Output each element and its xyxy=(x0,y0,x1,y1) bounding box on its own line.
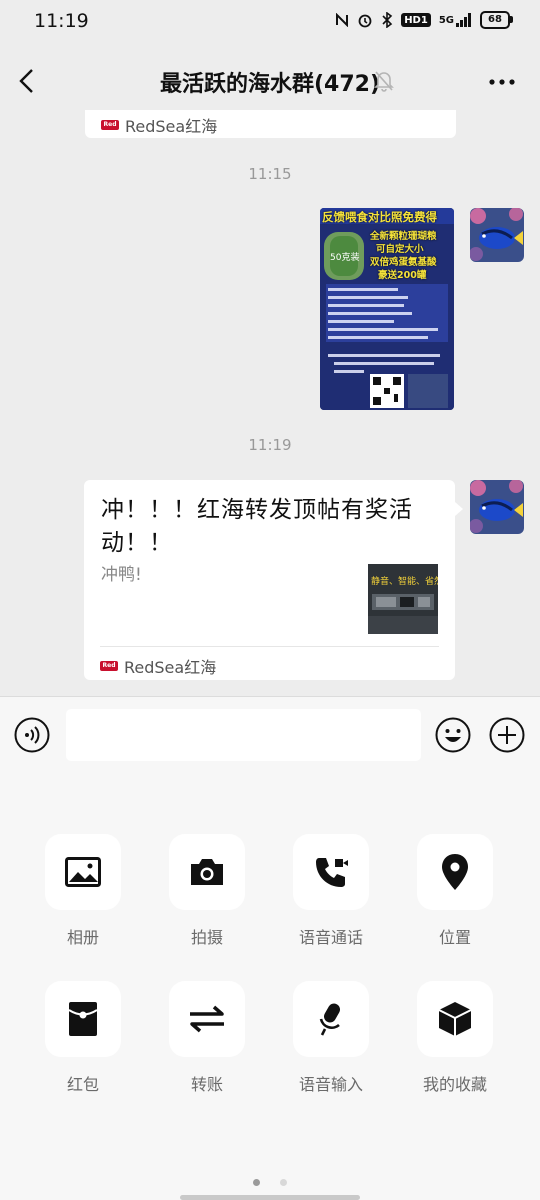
transfer-icon xyxy=(190,1005,224,1033)
status-icons: HD1 5G 68 xyxy=(335,11,513,29)
action-location[interactable]: 位置 xyxy=(405,834,505,948)
poster-line-4: 豪送200罐 xyxy=(378,270,427,281)
card-source: Red RedSea红海 xyxy=(101,113,217,137)
action-favorites[interactable]: 我的收藏 xyxy=(405,981,505,1095)
page-dot xyxy=(279,1179,287,1186)
page-indicator xyxy=(0,1171,540,1190)
nfc-icon xyxy=(335,13,349,27)
input-bar xyxy=(0,696,540,776)
action-tile xyxy=(293,834,369,910)
emoji-button[interactable] xyxy=(435,717,471,753)
action-label: 拍摄 xyxy=(190,928,223,947)
more-button[interactable] xyxy=(488,72,516,92)
chat-title: 最活跃的海水群(472) xyxy=(159,72,381,97)
plus-circle-icon xyxy=(489,717,525,753)
action-voice-input[interactable]: 语音输入 xyxy=(281,981,381,1095)
previous-link-card[interactable]: Red RedSea红海 xyxy=(85,110,456,138)
action-tile xyxy=(45,981,121,1057)
action-label: 转账 xyxy=(190,1075,223,1094)
card-source-label: RedSea红海 xyxy=(124,658,217,677)
poster-badge: 50克装 xyxy=(330,253,360,263)
action-tile xyxy=(169,981,245,1057)
more-actions-button[interactable] xyxy=(489,717,525,753)
action-label: 语音输入 xyxy=(298,1075,363,1094)
card-description: 冲鸭! xyxy=(101,565,142,585)
message-input[interactable] xyxy=(66,709,421,761)
action-red-packet[interactable]: 红包 xyxy=(33,981,133,1095)
action-label: 我的收藏 xyxy=(422,1075,487,1094)
voice-icon xyxy=(14,717,50,753)
action-tile xyxy=(417,981,493,1057)
more-dots-icon xyxy=(489,79,515,85)
action-tile xyxy=(169,834,245,910)
favorites-icon xyxy=(438,1002,472,1036)
status-time: 11:19 xyxy=(34,10,89,32)
action-camera[interactable]: 拍摄 xyxy=(157,834,257,948)
battery-icon: 68 xyxy=(480,11,513,29)
hd-badge: HD1 xyxy=(401,13,431,27)
voice-call-icon xyxy=(316,858,348,887)
message-timestamp: 11:19 xyxy=(248,436,292,454)
action-tile xyxy=(417,834,493,910)
action-label: 红包 xyxy=(66,1075,99,1094)
page-dot-active xyxy=(253,1179,261,1186)
action-tile xyxy=(293,981,369,1057)
poster-line-2: 可自定大小 xyxy=(376,244,424,255)
home-indicator[interactable] xyxy=(180,1195,360,1200)
poster-line-3: 双倍鸡蛋氨基酸 xyxy=(370,257,437,268)
action-tile xyxy=(45,834,121,910)
avatar[interactable] xyxy=(470,480,524,534)
image-message[interactable]: 反馈喂食对比照免费得 全新颗粒珊瑚粮 可自定大小 双倍鸡蛋氨基酸 豪送200罐 … xyxy=(320,208,454,410)
blue-tang-fish-avatar-icon xyxy=(470,480,524,534)
action-panel: 相册 拍摄 语音通话 位置 红包 转账 语音输入 我的收藏 xyxy=(0,775,540,1200)
card-thumbnail: 静音、智能、省然 xyxy=(368,564,438,634)
action-transfer[interactable]: 转账 xyxy=(157,981,257,1095)
card-divider xyxy=(100,646,439,647)
action-voice-call[interactable]: 语音通话 xyxy=(281,834,381,948)
action-label: 位置 xyxy=(438,928,471,947)
blue-tang-fish-avatar-icon xyxy=(470,208,524,262)
redsea-logo-icon: Red xyxy=(101,120,119,130)
card-source-label: RedSea红海 xyxy=(125,117,218,136)
redsea-logo-icon: Red xyxy=(100,661,118,671)
album-icon xyxy=(65,857,101,887)
card-source: Red RedSea红海 xyxy=(100,654,216,678)
chat-header: 最活跃的海水群(472) xyxy=(0,46,540,116)
link-card-message[interactable]: 冲！！！红海转发顶帖有奖活动！！ 冲鸭! 静音、智能、省然 Red RedSea… xyxy=(84,480,463,680)
mute-bell-icon xyxy=(374,70,394,92)
status-bar: 11:19 HD1 5G 68 xyxy=(0,0,540,46)
message-timestamp: 11:15 xyxy=(248,165,292,183)
alarm-icon xyxy=(357,12,373,28)
bluetooth-icon xyxy=(381,12,393,28)
signal-icon: 5G xyxy=(439,13,472,27)
voice-toggle-button[interactable] xyxy=(14,717,50,753)
voice-input-icon xyxy=(319,1003,340,1036)
camera-icon xyxy=(191,859,223,885)
emoji-icon xyxy=(435,717,471,753)
poster-line-1: 全新颗粒珊瑚粮 xyxy=(370,231,437,242)
thumbnail-caption: 静音、智能、省然 xyxy=(371,577,438,587)
action-label: 语音通话 xyxy=(298,928,363,947)
action-album[interactable]: 相册 xyxy=(33,834,133,948)
action-label: 相册 xyxy=(66,928,99,947)
poster-headline: 反馈喂食对比照免费得 xyxy=(322,210,437,224)
red-packet-icon xyxy=(68,1002,98,1036)
network-type: 5G xyxy=(438,14,454,26)
avatar[interactable] xyxy=(470,208,524,262)
location-icon xyxy=(442,854,468,890)
card-title: 冲！！！红海转发顶帖有奖活动！！ xyxy=(101,497,413,556)
